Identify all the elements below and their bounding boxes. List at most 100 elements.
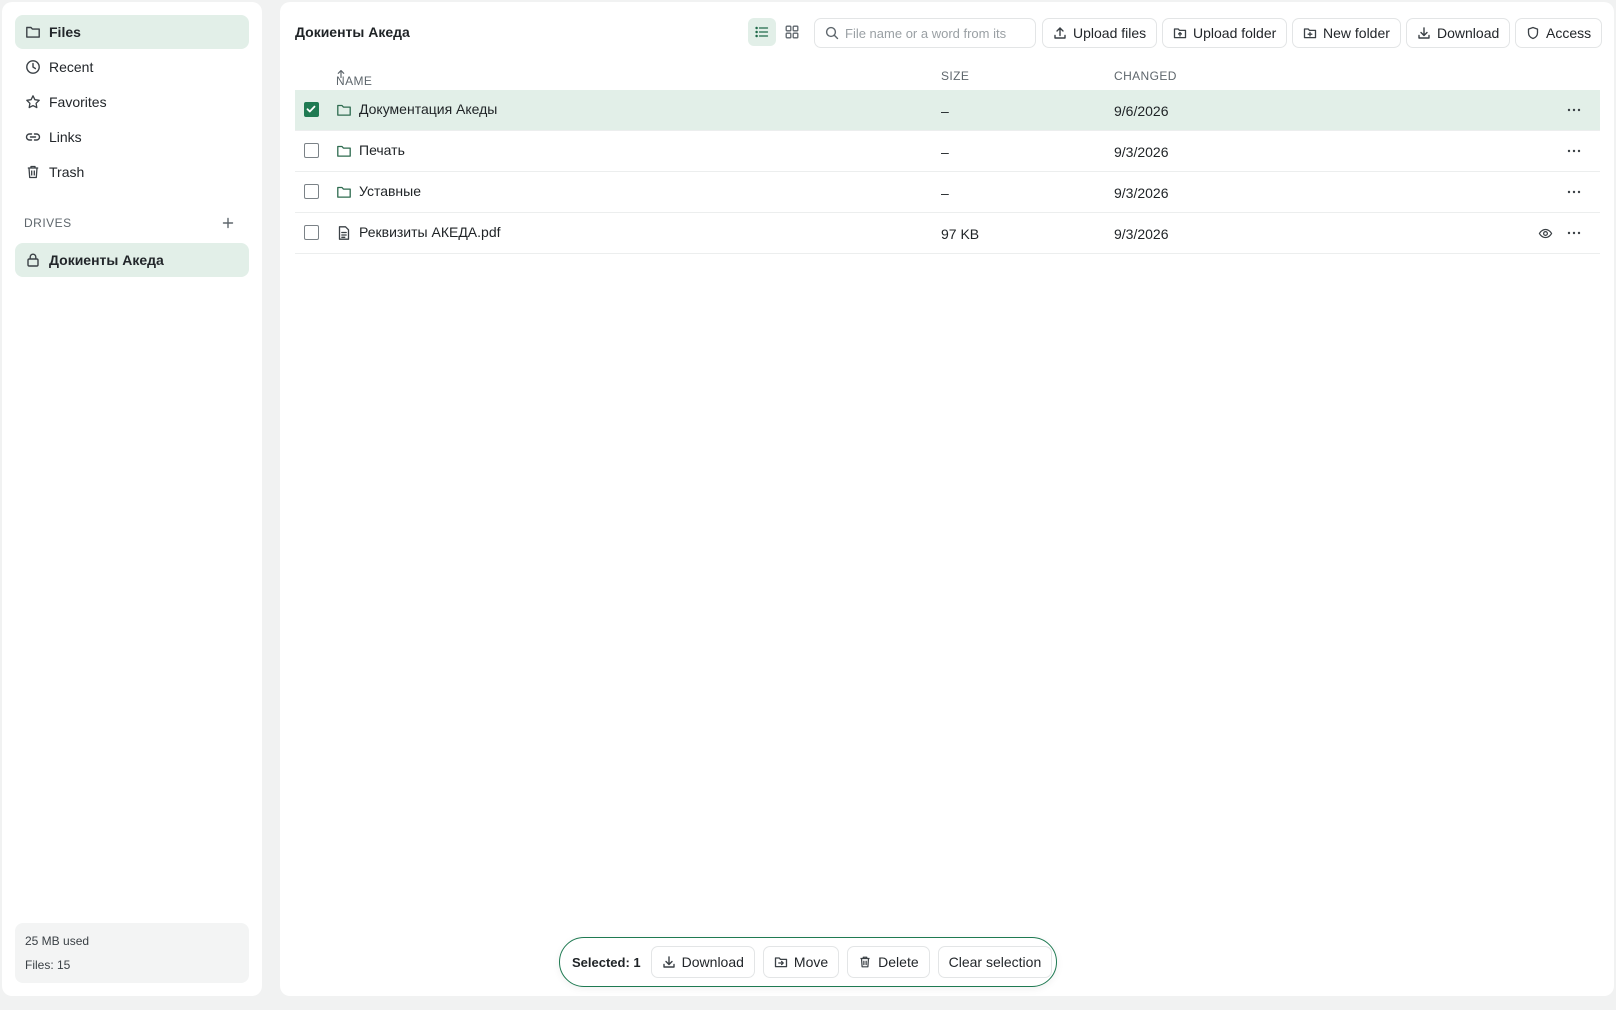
more-options-button[interactable] [1562, 141, 1586, 161]
table-row[interactable]: Уставные – 9/3/2026 [295, 172, 1600, 213]
list-view-button[interactable] [748, 18, 776, 46]
sidebar-item-trash[interactable]: Trash [15, 155, 249, 189]
sidebar-item-recent[interactable]: Recent [15, 50, 249, 84]
row-size: – [941, 144, 949, 160]
link-icon [25, 129, 41, 145]
upload-folder-label: Upload folder [1193, 25, 1277, 41]
folder-icon [336, 102, 352, 118]
row-changed: 9/3/2026 [1114, 226, 1169, 242]
storage-used: 25 MB used [25, 934, 90, 948]
ellipsis-icon [1567, 149, 1581, 153]
row-size: 97 KB [941, 226, 980, 242]
sidebar-item-label: Recent [49, 59, 94, 75]
upload-icon [1053, 26, 1067, 40]
sidebar-item-favorites[interactable]: Favorites [15, 85, 249, 119]
new-folder-button[interactable]: New folder [1292, 18, 1401, 48]
more-options-button[interactable] [1562, 182, 1586, 202]
folder-upload-icon [1173, 26, 1187, 40]
row-changed: 9/3/2026 [1114, 144, 1169, 160]
trash-icon [858, 955, 872, 969]
preview-button[interactable] [1533, 223, 1557, 243]
row-size: – [941, 185, 949, 201]
selection-delete-label: Delete [878, 954, 919, 970]
sidebar-item-drive[interactable]: Докиенты Акеда [15, 243, 249, 277]
folder-move-icon [774, 955, 788, 969]
sidebar-item-label: Докиенты Акеда [49, 252, 164, 268]
row-checkbox[interactable] [304, 184, 319, 199]
file-count: Files: 15 [25, 958, 71, 972]
clear-selection-button[interactable]: Clear selection [937, 946, 1053, 978]
grid-view-button[interactable] [778, 18, 806, 46]
upload-folder-button[interactable]: Upload folder [1162, 18, 1288, 48]
table-row[interactable]: Реквизиты АКЕДА.pdf 97 KB 9/3/2026 [295, 213, 1600, 254]
download-icon [1417, 26, 1431, 40]
add-drive-button[interactable] [217, 213, 239, 233]
search-box [814, 18, 1036, 48]
selection-download-label: Download [681, 954, 744, 970]
check-icon [306, 105, 316, 113]
row-checkbox[interactable] [304, 102, 319, 117]
ellipsis-icon [1567, 190, 1581, 194]
search-input[interactable] [845, 25, 1015, 41]
clear-selection-label: Clear selection [948, 954, 1042, 970]
row-checkbox[interactable] [304, 143, 319, 158]
download-button[interactable]: Download [1406, 18, 1511, 48]
access-label: Access [1546, 25, 1592, 41]
column-name-header[interactable]: NAME [336, 69, 372, 88]
page-title: Докиенты Акеда [295, 24, 410, 40]
eye-icon [1538, 228, 1552, 238]
column-size-header[interactable]: SIZE [941, 69, 969, 83]
download-icon [662, 955, 676, 969]
trash-icon [25, 164, 41, 180]
ellipsis-icon [1567, 231, 1581, 235]
selection-move-label: Move [793, 954, 829, 970]
view-toggle [748, 18, 806, 46]
shield-icon [1526, 26, 1540, 40]
folder-icon [25, 24, 41, 40]
column-changed-header[interactable]: CHANGED [1114, 69, 1177, 83]
row-name[interactable]: Реквизиты АКЕДА.pdf [359, 224, 501, 240]
clock-icon [25, 59, 41, 75]
selection-delete-button[interactable]: Delete [847, 946, 930, 978]
main-panel: Докиенты Акеда Upload files Upload folde… [280, 2, 1614, 996]
ellipsis-icon [1567, 108, 1581, 112]
storage-summary: 25 MB used Files: 15 [15, 923, 249, 983]
sidebar-item-label: Files [49, 24, 81, 40]
row-name[interactable]: Документация Акеды [359, 101, 497, 117]
sidebar-item-label: Favorites [49, 94, 107, 110]
search-icon [825, 26, 839, 40]
selection-bar: Selected: 1 Download Move Delete Clear s… [559, 937, 1057, 987]
upload-files-button[interactable]: Upload files [1042, 18, 1158, 48]
document-icon [336, 225, 352, 241]
download-label: Download [1437, 25, 1500, 41]
folder-icon [336, 184, 352, 200]
plus-icon [222, 217, 234, 229]
selection-download-button[interactable]: Download [650, 946, 755, 978]
row-name[interactable]: Уставные [359, 183, 421, 199]
sidebar: Files Recent Favorites Links Trash DRIVE… [2, 2, 262, 996]
table-row[interactable]: Документация Акеды – 9/6/2026 [295, 90, 1600, 131]
table-header: NAME SIZE CHANGED [295, 64, 1600, 92]
row-changed: 9/6/2026 [1114, 103, 1169, 119]
sidebar-item-label: Trash [49, 164, 85, 180]
access-button[interactable]: Access [1515, 18, 1603, 48]
selection-move-button[interactable]: Move [762, 946, 840, 978]
row-size: – [941, 103, 949, 119]
row-name[interactable]: Печать [359, 142, 405, 158]
row-checkbox[interactable] [304, 225, 319, 240]
row-changed: 9/3/2026 [1114, 185, 1169, 201]
grid-icon [785, 25, 799, 39]
drives-heading: DRIVES [24, 216, 72, 230]
lock-icon [25, 252, 41, 268]
folder-icon [336, 143, 352, 159]
more-options-button[interactable] [1562, 223, 1586, 243]
table-row[interactable]: Печать – 9/3/2026 [295, 131, 1600, 172]
sidebar-item-files[interactable]: Files [15, 15, 249, 49]
column-name-label: NAME [336, 74, 373, 88]
folder-plus-icon [1303, 26, 1317, 40]
sidebar-item-label: Links [49, 129, 82, 145]
more-options-button[interactable] [1562, 100, 1586, 120]
sidebar-item-links[interactable]: Links [15, 120, 249, 154]
upload-files-label: Upload files [1073, 25, 1147, 41]
selection-count: Selected: 1 [572, 954, 641, 970]
